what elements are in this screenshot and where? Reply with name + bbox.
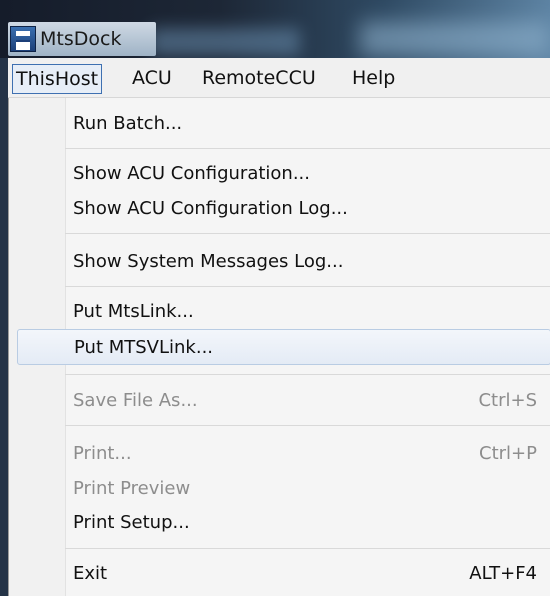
window-frame-left (0, 58, 8, 596)
menu-item-put-mtslink[interactable]: Put MtsLink... (17, 294, 550, 330)
menu-item-label: Show ACU Configuration Log... (73, 198, 348, 219)
menu-separator (65, 548, 550, 549)
menu-item-label: Save File As... (73, 390, 198, 411)
menu-item-save-file-as[interactable]: Save File As... Ctrl+S (17, 383, 550, 419)
menu-item-label: Show ACU Configuration... (73, 163, 310, 184)
menu-item-shortcut: ALT+F4 (469, 563, 537, 584)
menu-item-run-batch[interactable]: Run Batch... (17, 106, 550, 142)
menu-separator (65, 286, 550, 287)
menu-item-label: Print... (73, 443, 132, 464)
menu-separator (65, 374, 550, 375)
menu-item-print-preview[interactable]: Print Preview (17, 471, 550, 507)
title-bar-glass (150, 28, 300, 56)
menu-bar: ThisHost ACU RemoteCCU Help (8, 58, 550, 98)
menu-separator (65, 425, 550, 426)
menu-separator (65, 148, 550, 149)
menu-item-show-acu-configuration[interactable]: Show ACU Configuration... (17, 156, 550, 192)
application-window: MtsDock ThisHost ACU RemoteCCU Help Run … (0, 0, 550, 596)
title-bar-glass (360, 22, 550, 56)
menu-separator (65, 233, 550, 234)
menu-item-print[interactable]: Print... Ctrl+P (17, 436, 550, 472)
menu-item-label: Show System Messages Log... (73, 251, 344, 272)
menu-thishost[interactable]: ThisHost (12, 64, 103, 94)
title-bar[interactable]: MtsDock (0, 0, 550, 58)
menu-item-shortcut: Ctrl+P (479, 443, 537, 464)
menu-item-label: Print Setup... (73, 512, 190, 533)
menu-item-shortcut: Ctrl+S (478, 390, 537, 411)
menu-item-label: Put MtsLink... (73, 301, 194, 322)
thishost-dropdown-menu: Run Batch... Show ACU Configuration... S… (8, 98, 550, 596)
menu-item-label: Print Preview (73, 478, 191, 499)
menu-remoteccu[interactable]: RemoteCCU (198, 64, 320, 94)
menu-help[interactable]: Help (348, 64, 399, 94)
menu-item-print-setup[interactable]: Print Setup... (17, 505, 550, 541)
menu-item-exit[interactable]: Exit ALT+F4 (17, 556, 550, 592)
menu-item-label: Run Batch... (73, 113, 183, 134)
menu-item-show-system-messages-log[interactable]: Show System Messages Log... (17, 244, 550, 280)
menu-item-label: Exit (73, 563, 108, 584)
menu-item-show-acu-configuration-log[interactable]: Show ACU Configuration Log... (17, 191, 550, 227)
window-title: MtsDock (40, 28, 122, 50)
menu-item-label: Put MTSVLink... (74, 337, 214, 358)
menu-acu[interactable]: ACU (128, 64, 176, 94)
app-window-icon[interactable] (10, 26, 36, 52)
menu-item-put-mtsvlink[interactable]: Put MTSVLink... (17, 329, 550, 365)
